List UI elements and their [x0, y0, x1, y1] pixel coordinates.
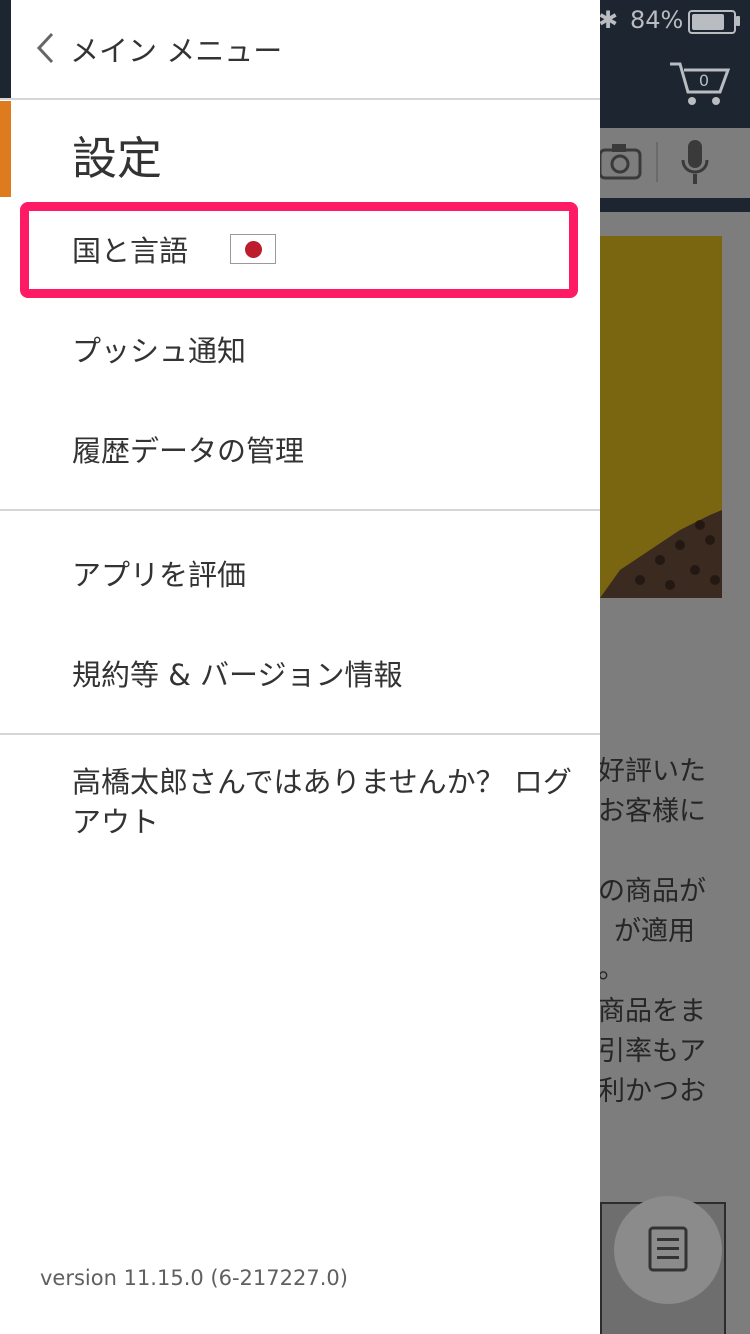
divider — [0, 509, 600, 511]
camera-icon[interactable] — [598, 140, 642, 184]
menu-item-terms-version[interactable]: 規約等 & バージョン情報 — [0, 632, 600, 712]
back-label: メイン メニュー — [70, 34, 283, 68]
section-title: 設定 — [72, 132, 163, 185]
background-text-line: が適用 — [614, 916, 695, 947]
battery-icon — [688, 10, 736, 34]
background-text-line: の商品が — [598, 876, 706, 907]
menu-item-label: 履歴データの管理 — [72, 434, 305, 468]
svg-text:0: 0 — [699, 71, 709, 90]
background-text-line: お客様に — [598, 796, 706, 827]
background-text-line: 利かつお — [598, 1076, 706, 1107]
divider — [0, 733, 600, 735]
search-divider — [656, 142, 658, 182]
battery-percent: 84% — [630, 6, 684, 34]
background-text-line: 引率もア — [598, 1036, 706, 1067]
version-info: version 11.15.0 (6-217227.0) — [40, 1266, 348, 1290]
background-text-line: 商品をま — [598, 996, 706, 1027]
menu-item-label: 規約等 & バージョン情報 — [72, 658, 403, 692]
background-text-line: 。 — [598, 954, 625, 985]
background-text-line: 好評いた — [598, 756, 706, 787]
menu-item-history-data[interactable]: 履歴データの管理 — [0, 408, 600, 488]
highlight-box — [20, 202, 578, 298]
menu-item-label: アプリを評価 — [72, 558, 247, 592]
bluetooth-icon: ✱ — [598, 6, 619, 34]
menu-item-label: プッシュ通知 — [72, 334, 247, 368]
logout-link[interactable]: 高橋太郎さんではありませんか？ ログアウト — [72, 762, 592, 842]
settings-drawer: メイン メニュー 設定 国と言語 プッシュ通知 履歴データの管理 アプリを評価 … — [0, 0, 600, 1334]
chevron-left-icon — [36, 32, 54, 64]
coffee-beans-image — [600, 510, 722, 598]
battery-tip — [736, 16, 740, 26]
divider — [0, 98, 600, 100]
microphone-icon[interactable] — [680, 138, 710, 188]
cart-icon[interactable]: 0 — [668, 58, 732, 108]
list-icon[interactable] — [648, 1226, 688, 1272]
drawer-edge-orange — [0, 101, 11, 197]
back-to-main-menu-button[interactable]: メイン メニュー — [0, 0, 600, 98]
menu-item-rate-app[interactable]: アプリを評価 — [0, 532, 600, 612]
menu-item-push-notifications[interactable]: プッシュ通知 — [0, 308, 600, 388]
